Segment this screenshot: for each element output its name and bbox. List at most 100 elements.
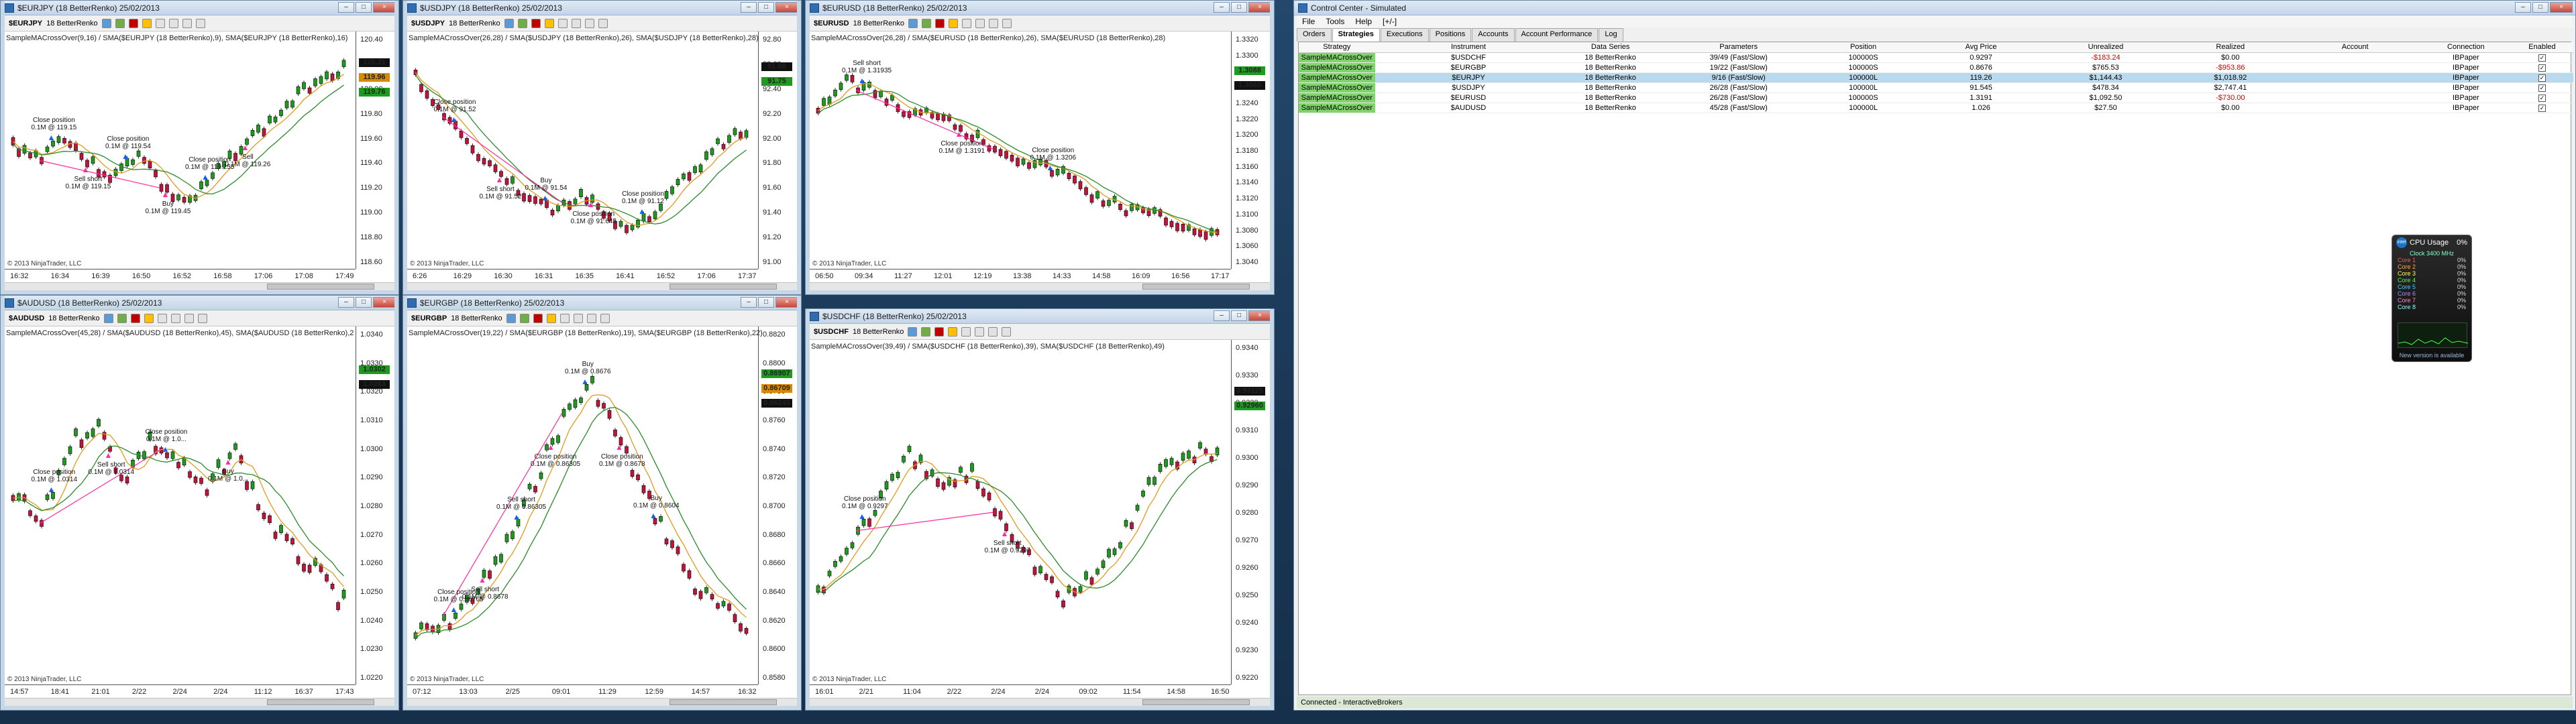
- strategy-icon[interactable]: [130, 313, 140, 323]
- col-position[interactable]: Position: [1804, 42, 1923, 53]
- chart-titlebar[interactable]: $EURGBP (18 BetterRenko) 25/02/2013 – □ ×: [403, 296, 801, 310]
- minimize-button[interactable]: –: [1214, 2, 1230, 13]
- maximize-button[interactable]: □: [758, 297, 774, 308]
- minimize-button[interactable]: –: [741, 2, 757, 13]
- chart-window-usdchf[interactable]: $USDCHF (18 BetterRenko) 25/02/2013 – □ × …: [805, 308, 1275, 711]
- strategy-icon[interactable]: [533, 313, 543, 323]
- properties-icon[interactable]: [1002, 326, 1012, 337]
- price-axis[interactable]: 1.33201.33001.32801.32601.32401.32201.32…: [1231, 32, 1270, 269]
- col-avg-price[interactable]: Avg Price: [1922, 42, 2040, 53]
- drawing-tool-icon[interactable]: [948, 326, 958, 337]
- time-axis[interactable]: 6:26 16:29 16:30 16:31 16:35 16:41 16:52 17:06 1…: [407, 269, 758, 282]
- maximize-button[interactable]: □: [1231, 310, 1247, 321]
- strategy-icon[interactable]: [531, 18, 541, 28]
- enabled-checkbox[interactable]: ✓: [2538, 94, 2546, 102]
- indicator-icon[interactable]: [921, 326, 931, 337]
- properties-icon[interactable]: [195, 18, 205, 28]
- properties-icon[interactable]: [197, 313, 207, 323]
- period-selector[interactable]: 18 BetterRenko: [853, 19, 904, 27]
- chart-window-eurgbp[interactable]: $EURGBP (18 BetterRenko) 25/02/2013 – □ × …: [402, 295, 802, 711]
- zoom-in-icon[interactable]: [559, 313, 570, 323]
- zoom-in-icon[interactable]: [962, 18, 972, 28]
- price-panel[interactable]: [810, 340, 1231, 684]
- close-button[interactable]: ×: [775, 2, 798, 13]
- strategy-name[interactable]: SampleMACrossOver: [1299, 62, 1375, 73]
- menu-file[interactable]: File: [1302, 17, 1315, 26]
- col-unrealized[interactable]: Unrealized: [2039, 42, 2172, 53]
- col-strategy[interactable]: Strategy: [1299, 42, 1375, 53]
- control-center-titlebar[interactable]: Control Center - Simulated – □ ×: [1294, 1, 2575, 15]
- properties-icon[interactable]: [1002, 18, 1012, 28]
- strategy-icon[interactable]: [934, 326, 945, 337]
- strategy-row[interactable]: SampleMACrossOver $EURJPY 18 BetterRenko…: [1299, 72, 2573, 83]
- cpu-update-notice[interactable]: New version is available: [2392, 352, 2471, 359]
- time-axis[interactable]: 16:32 16:34 16:39 16:50 16:52 16:58 17:06 17:08…: [5, 269, 356, 282]
- drawing-tool-icon[interactable]: [949, 18, 959, 28]
- tab-positions[interactable]: Positions: [1429, 28, 1472, 42]
- strategy-row[interactable]: SampleMACrossOver $USDJPY 18 BetterRenko…: [1299, 82, 2573, 93]
- period-selector[interactable]: 18 BetterRenko: [46, 19, 97, 27]
- scroll-thumb[interactable]: [669, 284, 777, 290]
- tab-account-performance[interactable]: Account Performance: [1515, 28, 1599, 42]
- chart-titlebar[interactable]: $USDCHF (18 BetterRenko) 25/02/2013 – □ ×: [806, 309, 1274, 324]
- instrument-selector[interactable]: $USDJPY: [411, 19, 445, 27]
- time-axis[interactable]: 16:01 2/21 11:04 2/22 2/24 2/24 09:02 11:54 14:5…: [810, 684, 1231, 698]
- bar-type-icon[interactable]: [908, 18, 918, 28]
- horizontal-scrollbar[interactable]: [810, 282, 1270, 290]
- chart-titlebar[interactable]: $AUDUSD (18 BetterRenko) 25/02/2013 – □ ×: [1, 296, 398, 310]
- tab-accounts[interactable]: Accounts: [1472, 28, 1515, 42]
- time-axis[interactable]: 06:50 09:34 11:27 12:01 12:19 13:38 14:33 14:58…: [810, 269, 1231, 282]
- time-axis[interactable]: 14:57 18:41 21:01 2/22 2/24 2/24 11:12 16:37 17:…: [5, 684, 356, 698]
- horizontal-scrollbar[interactable]: [407, 282, 797, 290]
- drawing-tool-icon[interactable]: [544, 18, 554, 28]
- instrument-selector[interactable]: $EURJPY: [9, 19, 42, 27]
- strategy-name[interactable]: SampleMACrossOver: [1299, 103, 1375, 113]
- drawing-tool-icon[interactable]: [142, 18, 152, 28]
- properties-icon[interactable]: [598, 18, 608, 28]
- instrument-selector[interactable]: $EURGBP: [411, 314, 447, 322]
- period-selector[interactable]: 18 BetterRenko: [48, 314, 99, 322]
- close-button[interactable]: ×: [1248, 2, 1271, 13]
- chart-window-usdjpy[interactable]: $USDJPY (18 BetterRenko) 25/02/2013 – □ × …: [402, 0, 802, 295]
- scroll-thumb[interactable]: [267, 284, 374, 290]
- maximize-button[interactable]: □: [356, 2, 372, 13]
- indicator-icon[interactable]: [117, 313, 127, 323]
- col-data-series[interactable]: Data Series: [1548, 42, 1673, 53]
- zoom-out-icon[interactable]: [573, 313, 583, 323]
- price-axis[interactable]: 0.88200.88000.87800.87600.87400.87200.87…: [758, 326, 797, 684]
- crosshair-icon[interactable]: [988, 326, 998, 337]
- chart-window-eurjpy[interactable]: $EURJPY (18 BetterRenko) 25/02/2013 – □ × …: [0, 0, 399, 295]
- strategy-icon[interactable]: [935, 18, 945, 28]
- bar-type-icon[interactable]: [504, 18, 514, 28]
- chart-window-audusd[interactable]: $AUDUSD (18 BetterRenko) 25/02/2013 – □ × …: [0, 295, 399, 711]
- crosshair-icon[interactable]: [586, 313, 596, 323]
- control-center-window[interactable]: Control Center - Simulated – □ × File To…: [1293, 0, 2576, 711]
- enabled-checkbox[interactable]: ✓: [2538, 54, 2546, 62]
- scroll-thumb[interactable]: [669, 699, 777, 705]
- chart-titlebar[interactable]: $USDJPY (18 BetterRenko) 25/02/2013 – □ ×: [403, 1, 801, 15]
- horizontal-scrollbar[interactable]: [5, 282, 394, 290]
- close-button[interactable]: ×: [373, 297, 396, 308]
- period-selector[interactable]: 18 BetterRenko: [449, 19, 500, 27]
- zoom-out-icon[interactable]: [170, 313, 180, 323]
- price-axis[interactable]: 0.93400.93300.93200.93100.93000.92900.92…: [1231, 340, 1270, 684]
- minimize-button[interactable]: –: [2515, 2, 2531, 13]
- tab-executions[interactable]: Executions: [1380, 28, 1429, 42]
- zoom-out-icon[interactable]: [975, 326, 985, 337]
- enabled-checkbox[interactable]: ✓: [2538, 84, 2546, 92]
- menu-tools[interactable]: Tools: [1326, 17, 1344, 26]
- instrument-selector[interactable]: $AUDUSD: [9, 314, 44, 322]
- maximize-button[interactable]: □: [2532, 2, 2548, 13]
- crosshair-icon[interactable]: [584, 18, 594, 28]
- tab-log[interactable]: Log: [1599, 28, 1623, 42]
- bar-type-icon[interactable]: [103, 313, 113, 323]
- price-axis[interactable]: 120.40120.20120.00119.80119.60119.40119.…: [356, 32, 394, 269]
- strategy-icon[interactable]: [128, 18, 138, 28]
- price-panel[interactable]: [5, 326, 356, 684]
- strategies-grid[interactable]: Strategy Instrument Data Series Paramete…: [1298, 42, 2573, 695]
- zoom-out-icon[interactable]: [975, 18, 985, 28]
- bar-type-icon[interactable]: [101, 18, 111, 28]
- indicator-icon[interactable]: [922, 18, 932, 28]
- menu-help[interactable]: Help: [1355, 17, 1372, 26]
- strategy-name[interactable]: SampleMACrossOver: [1299, 72, 1375, 83]
